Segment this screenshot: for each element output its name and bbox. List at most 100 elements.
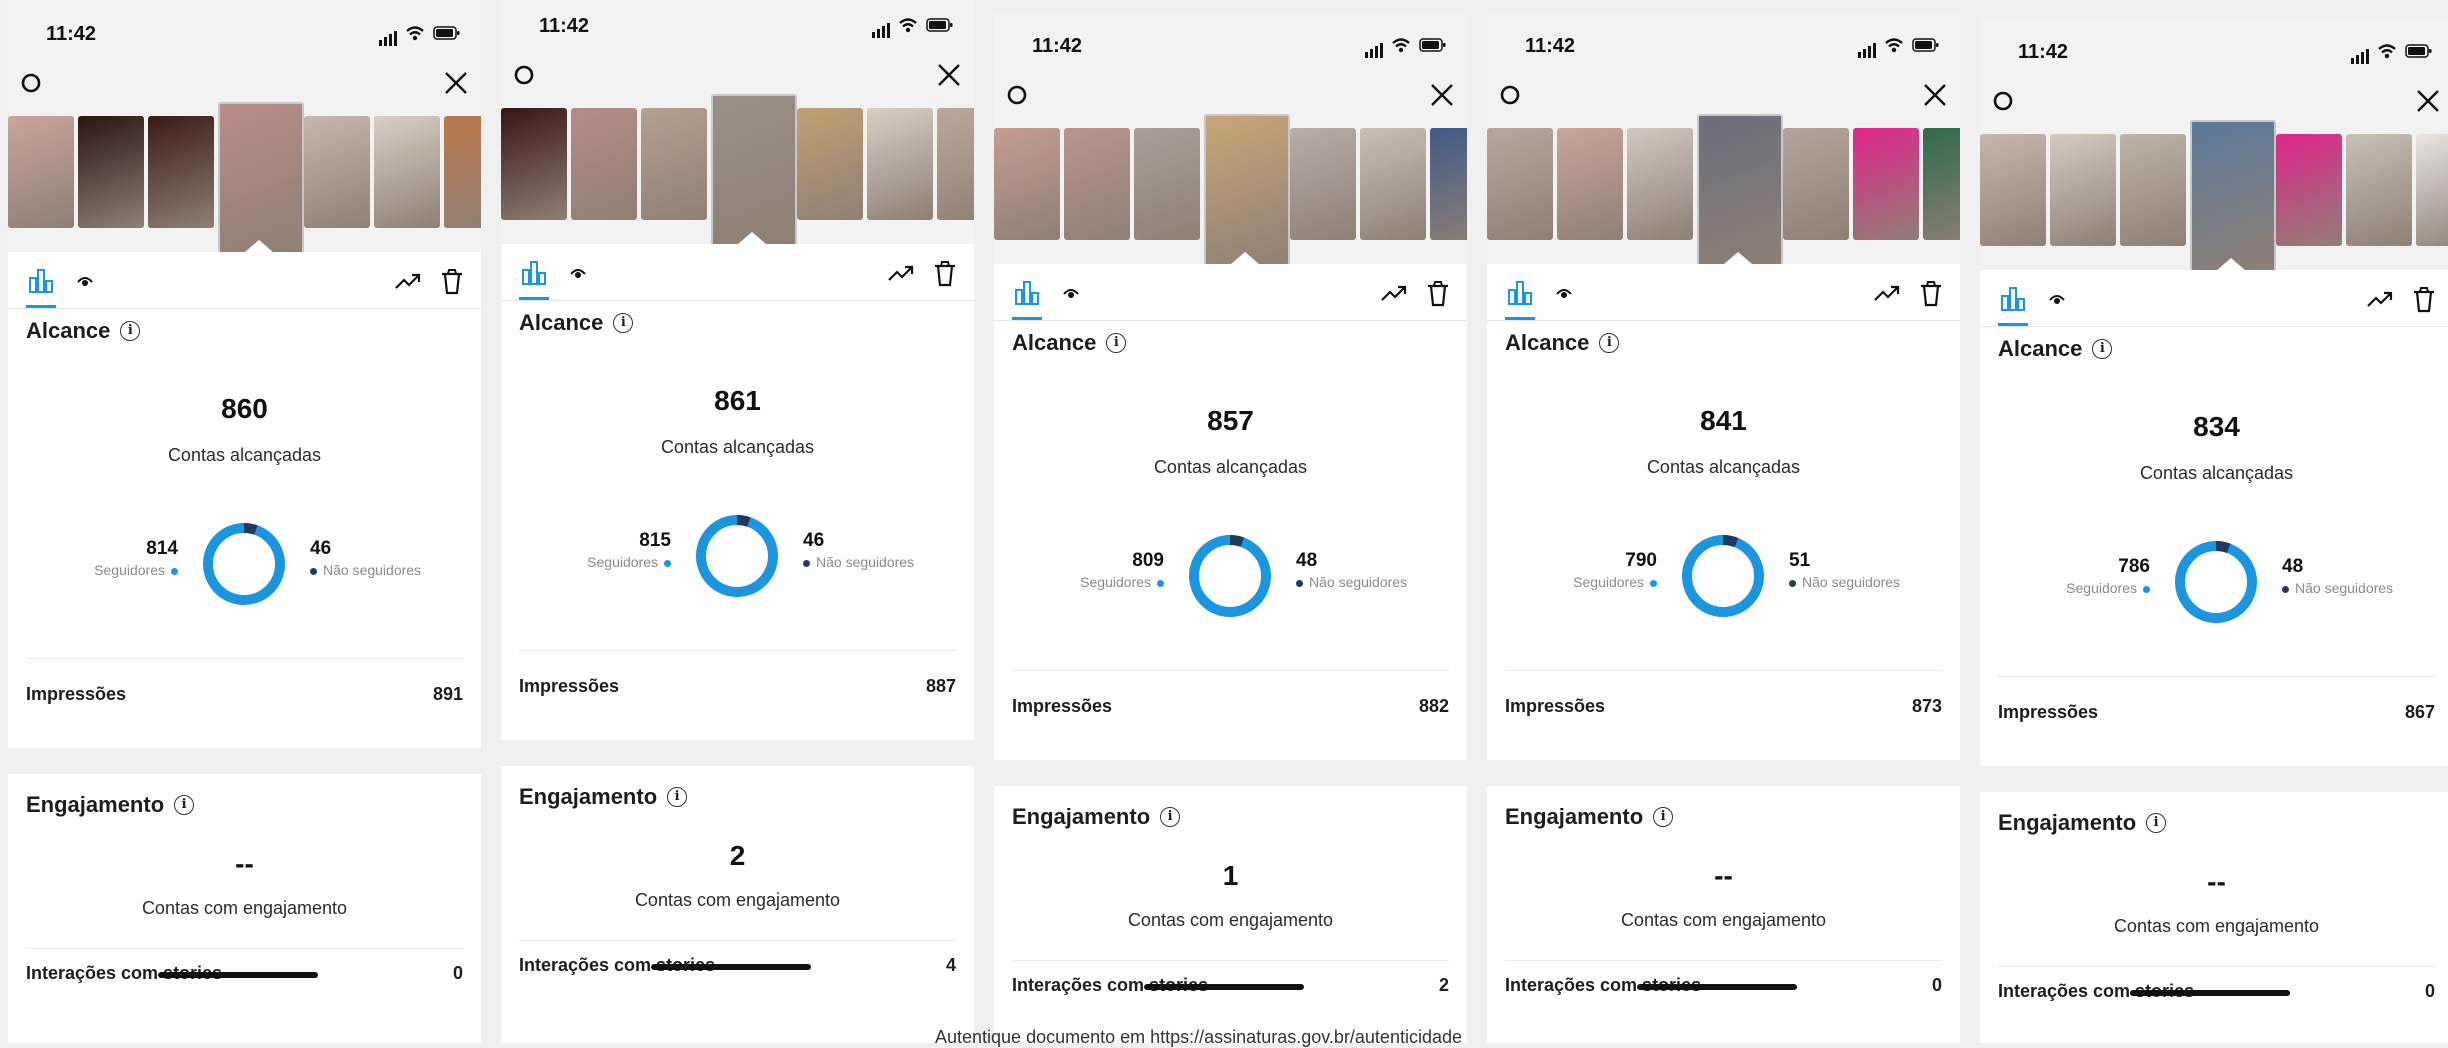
- story-thumbnail-tray: [994, 58, 1467, 266]
- trash-icon[interactable]: [1916, 278, 1946, 308]
- info-icon[interactable]: i: [613, 313, 634, 333]
- story-thumbnail[interactable]: [2276, 134, 2342, 246]
- divider: [26, 948, 463, 949]
- close-icon[interactable]: [2415, 88, 2441, 114]
- trend-icon[interactable]: [886, 258, 916, 288]
- story-thumbnail[interactable]: [1980, 134, 2046, 246]
- story-thumbnails: [501, 94, 974, 246]
- close-icon[interactable]: [936, 62, 962, 88]
- insights-bar-icon[interactable]: [1505, 278, 1535, 308]
- gear-icon[interactable]: [1992, 90, 2014, 112]
- story-thumbnail[interactable]: [867, 108, 933, 220]
- info-icon[interactable]: i: [2146, 813, 2167, 833]
- story-thumbnail-selected[interactable]: [1204, 114, 1290, 266]
- eye-icon[interactable]: [1549, 278, 1579, 308]
- eye-icon[interactable]: [70, 266, 100, 296]
- insights-bar-icon[interactable]: [519, 258, 549, 288]
- story-thumbnail[interactable]: [571, 108, 637, 220]
- donut-svg: [1189, 535, 1271, 617]
- story-thumbnail[interactable]: [304, 116, 370, 228]
- story-thumbnail[interactable]: [1487, 128, 1553, 240]
- story-thumbnail[interactable]: [2050, 134, 2116, 246]
- reach-title-label: Alcance: [1505, 330, 1590, 355]
- story-thumbnail[interactable]: [1290, 128, 1356, 240]
- story-thumbnail[interactable]: [374, 116, 440, 228]
- story-thumbnail[interactable]: [78, 116, 144, 228]
- story-thumbnail[interactable]: [2416, 134, 2448, 246]
- engaged-count: 2: [729, 840, 746, 871]
- gear-icon[interactable]: [1499, 84, 1521, 106]
- divider: [519, 940, 956, 941]
- story-thumbnail-selected[interactable]: [218, 102, 304, 254]
- trend-icon[interactable]: [1872, 278, 1902, 308]
- story-thumbnail[interactable]: [1557, 128, 1623, 240]
- reach-title-label: Alcance: [1012, 330, 1097, 355]
- divider: [1998, 966, 2435, 967]
- engaged-count: --: [2207, 866, 2226, 897]
- story-thumbnail-selected[interactable]: [711, 94, 797, 246]
- non-followers-label: Não seguidores: [2282, 580, 2432, 596]
- story-thumbnail[interactable]: [1923, 128, 1960, 240]
- wifi-icon: [1884, 37, 1904, 58]
- trash-icon[interactable]: [1423, 278, 1453, 308]
- followers-label-text: Seguidores: [587, 554, 658, 570]
- info-icon[interactable]: i: [1599, 333, 1620, 353]
- story-thumbnail[interactable]: [8, 116, 74, 228]
- wifi-icon: [2377, 43, 2397, 64]
- story-thumbnail-selected[interactable]: [1697, 114, 1783, 266]
- story-thumbnail[interactable]: [994, 128, 1060, 240]
- non-followers-value-block: 48 Não seguidores: [1296, 550, 1446, 590]
- story-thumbnail[interactable]: [641, 108, 707, 220]
- story-thumbnail[interactable]: [1134, 128, 1200, 240]
- reach-caption: Contas alcançadas: [167, 445, 322, 465]
- close-icon[interactable]: [1429, 82, 1455, 108]
- impressions-value: 891: [432, 684, 463, 704]
- story-thumbnail[interactable]: [2120, 134, 2186, 246]
- impressions-label: Impressões: [1505, 696, 1606, 716]
- gear-icon[interactable]: [20, 72, 42, 94]
- trend-icon[interactable]: [2365, 284, 2395, 314]
- battery-icon: [926, 17, 954, 38]
- eye-icon[interactable]: [1056, 278, 1086, 308]
- story-thumbnail[interactable]: [1853, 128, 1919, 240]
- trend-icon[interactable]: [1379, 278, 1409, 308]
- trash-icon[interactable]: [2409, 284, 2439, 314]
- story-thumbnail[interactable]: [1430, 128, 1467, 240]
- followers-label: Seguidores: [541, 554, 671, 570]
- gear-icon[interactable]: [513, 64, 535, 86]
- story-thumbnail[interactable]: [937, 108, 974, 220]
- eye-icon[interactable]: [2042, 284, 2072, 314]
- story-thumbnail[interactable]: [444, 116, 481, 228]
- non-followers-dot: [1789, 579, 1796, 587]
- signal-icon: [1858, 43, 1876, 58]
- story-thumbnail-selected[interactable]: [2190, 120, 2276, 272]
- story-interactions-value: 0: [2424, 981, 2435, 1001]
- story-thumbnail[interactable]: [501, 108, 567, 220]
- close-icon[interactable]: [443, 70, 469, 96]
- info-icon[interactable]: i: [1106, 333, 1127, 353]
- trend-icon[interactable]: [393, 266, 423, 296]
- eye-icon[interactable]: [563, 258, 593, 288]
- info-icon[interactable]: i: [2092, 339, 2113, 359]
- story-thumbnail[interactable]: [1783, 128, 1849, 240]
- info-icon[interactable]: i: [1653, 807, 1674, 827]
- info-icon[interactable]: i: [1160, 807, 1181, 827]
- story-thumbnail[interactable]: [1360, 128, 1426, 240]
- close-icon[interactable]: [1922, 82, 1948, 108]
- gear-icon[interactable]: [1006, 84, 1028, 106]
- story-thumbnail[interactable]: [148, 116, 214, 228]
- story-thumbnail[interactable]: [1627, 128, 1693, 240]
- story-thumbnail[interactable]: [797, 108, 863, 220]
- story-thumbnail[interactable]: [2346, 134, 2412, 246]
- info-icon[interactable]: i: [120, 321, 141, 341]
- story-thumbnail[interactable]: [1064, 128, 1130, 240]
- non-followers-label-text: Não seguidores: [816, 554, 915, 570]
- insights-bar-icon[interactable]: [26, 266, 56, 296]
- insights-bar-icon[interactable]: [1012, 278, 1042, 308]
- insights-bar-icon[interactable]: [1998, 284, 2028, 314]
- trash-icon[interactable]: [437, 266, 467, 296]
- battery-icon: [1912, 37, 1940, 58]
- info-icon[interactable]: i: [174, 795, 195, 815]
- info-icon[interactable]: i: [667, 787, 688, 807]
- trash-icon[interactable]: [930, 258, 960, 288]
